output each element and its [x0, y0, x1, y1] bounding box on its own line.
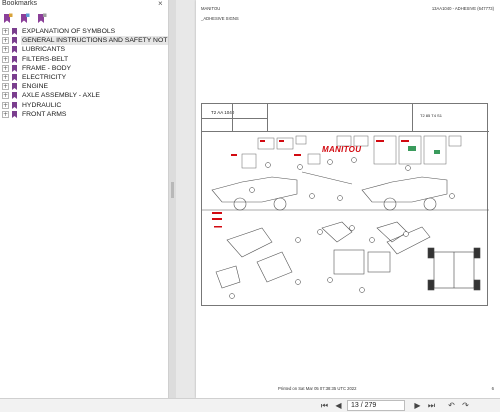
- print-timestamp: Printed on Sat Mar 05 07:38:35 UTC 2022: [278, 386, 357, 391]
- splitter-handle[interactable]: [171, 182, 174, 198]
- drawing-code: T2 AA 1040: [211, 110, 235, 115]
- bookmarks-panel: Bookmarks × + EXPLANATION OF SYMBOLS + G…: [0, 0, 180, 398]
- page-number-field[interactable]: 13 / 279: [347, 400, 405, 411]
- collapse-bookmark-icon[interactable]: [20, 13, 30, 24]
- bookmark-item-electricity[interactable]: + ELECTRICITY: [0, 73, 168, 82]
- bookmark-item-hydraulic[interactable]: + HYDRAULIC: [0, 101, 168, 110]
- bookmark-list: + EXPLANATION OF SYMBOLS + GENERAL INSTR…: [0, 27, 180, 119]
- bookmark-label: GENERAL INSTRUCTIONS AND SAFETY NOTICE: [21, 36, 180, 46]
- bookmark-icon: [12, 46, 17, 54]
- bookmark-label: ENGINE: [22, 83, 49, 91]
- page-number: 6: [491, 386, 494, 391]
- bookmark-icon: [12, 64, 17, 72]
- bookmark-icon: [12, 73, 17, 81]
- bookmark-item-engine[interactable]: + ENGINE: [0, 82, 168, 91]
- expand-icon[interactable]: +: [2, 110, 9, 118]
- document-page: MANITOU 13AA1040 - ADHESIVE (647773) _AD…: [196, 0, 500, 398]
- expand-icon[interactable]: +: [2, 101, 9, 109]
- bookmark-label: FILTERS-BELT: [22, 55, 69, 63]
- last-page-icon[interactable]: ⏭: [426, 400, 437, 411]
- close-icon[interactable]: ×: [158, 0, 163, 8]
- expand-icon[interactable]: +: [2, 92, 9, 100]
- bookmark-label: FRAME - BODY: [22, 64, 72, 72]
- bookmark-item-lubricants[interactable]: + LUBRICANTS: [0, 45, 168, 54]
- bookmark-item-general-instructions[interactable]: + GENERAL INSTRUCTIONS AND SAFETY NOTICE: [0, 36, 180, 46]
- bookmark-item-frame-body[interactable]: + FRAME - BODY: [0, 64, 168, 73]
- bookmark-icon: [12, 92, 17, 100]
- next-page-icon[interactable]: ▶: [412, 400, 423, 411]
- adhesive-signs-drawing: T2 AA 1040 T2 85 T4 S1 MANITOU: [201, 103, 489, 306]
- page-reference: 13AA1040 - ADHESIVE (647773): [431, 6, 494, 11]
- forward-icon[interactable]: ↷: [460, 400, 471, 411]
- bookmark-item-front-arms[interactable]: + FRONT ARMS: [0, 110, 168, 119]
- expand-icon[interactable]: +: [2, 55, 9, 63]
- panel-splitter[interactable]: [169, 0, 176, 398]
- bookmark-icon: [12, 55, 17, 63]
- previous-page-icon[interactable]: ◀: [333, 400, 344, 411]
- telehandler-diagram: [202, 135, 489, 299]
- bookmark-icon: [12, 28, 17, 35]
- expand-icon[interactable]: +: [2, 83, 9, 91]
- bookmark-label: HYDRAULIC: [22, 101, 62, 109]
- drawing-right-code: T2 85 T4 S1: [420, 113, 442, 118]
- bookmark-icon: [12, 83, 17, 91]
- bookmarks-title: Bookmarks: [2, 0, 38, 7]
- bookmark-icon: [12, 37, 17, 45]
- manitou-logo: MANITOU: [322, 145, 362, 154]
- drawing-title-box: T2 AA 1040 T2 85 T4 S1: [202, 104, 489, 132]
- bookmark-item-filters-belt[interactable]: + FILTERS-BELT: [0, 55, 168, 64]
- bookmarks-header: Bookmarks ×: [0, 0, 168, 11]
- expand-icon[interactable]: +: [2, 28, 9, 35]
- expand-icon[interactable]: +: [2, 64, 9, 72]
- back-icon[interactable]: ↶: [446, 400, 457, 411]
- page-navigation-bar: ⏮ ◀ 13 / 279 ▶ ⏭ ↶ ↷: [0, 398, 500, 412]
- bookmark-label: AXLE ASSEMBLY - AXLE: [22, 92, 100, 100]
- bookmark-options-icon[interactable]: [37, 13, 47, 24]
- expand-icon[interactable]: +: [2, 73, 9, 81]
- bookmark-icon: [12, 101, 17, 109]
- bookmark-label: ELECTRICITY: [22, 73, 67, 81]
- bookmark-label: EXPLANATION OF SYMBOLS: [22, 28, 116, 35]
- bookmark-item-explanation-of-symbols[interactable]: + EXPLANATION OF SYMBOLS: [0, 27, 168, 36]
- expand-icon[interactable]: +: [2, 37, 9, 45]
- bookmarks-toolbar: [0, 11, 168, 25]
- expand-bookmark-icon[interactable]: [3, 13, 13, 24]
- bookmark-label: LUBRICANTS: [22, 46, 66, 54]
- bookmark-label: FRONT ARMS: [22, 110, 67, 118]
- page-section-title: _ADHESIVE SIGNS: [201, 16, 239, 21]
- expand-icon[interactable]: +: [2, 46, 9, 54]
- page-brand: MANITOU: [201, 6, 221, 11]
- bookmark-icon: [12, 110, 17, 118]
- first-page-icon[interactable]: ⏮: [319, 400, 330, 411]
- bookmark-item-axle-assembly[interactable]: + AXLE ASSEMBLY - AXLE: [0, 91, 168, 100]
